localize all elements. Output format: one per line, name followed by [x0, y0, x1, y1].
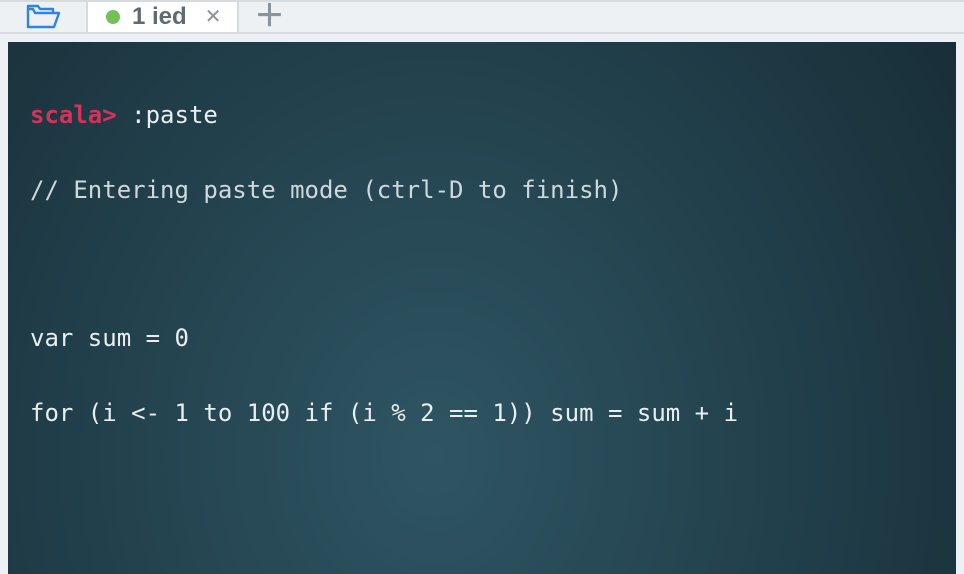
- tab-close-button[interactable]: ✕: [205, 7, 222, 27]
- tab-bar: 1 ied ✕ ＋: [0, 0, 964, 34]
- folder-open-icon: [26, 3, 60, 31]
- paste-enter-comment: // Entering paste mode (ctrl-D to finish…: [30, 172, 942, 209]
- app-window: 1 ied ✕ ＋ scala> :paste // Entering past…: [0, 0, 964, 574]
- modified-dot-icon: [106, 10, 120, 24]
- tab-active[interactable]: 1 ied ✕: [88, 2, 239, 32]
- code-line-2: for (i <- 1 to 100 if (i % 2 == 1)) sum …: [30, 395, 942, 432]
- open-folder-button[interactable]: [0, 2, 88, 32]
- plus-icon: ＋: [254, 2, 284, 32]
- code-line-1: var sum = 0: [30, 320, 942, 357]
- tab-label: 1 ied: [132, 3, 187, 31]
- terminal[interactable]: scala> :paste // Entering paste mode (ct…: [8, 42, 956, 574]
- terminal-container: scala> :paste // Entering paste mode (ct…: [0, 34, 964, 574]
- repl-prompt: scala>: [30, 101, 117, 129]
- repl-command: :paste: [117, 101, 218, 129]
- new-tab-button[interactable]: ＋: [239, 2, 299, 32]
